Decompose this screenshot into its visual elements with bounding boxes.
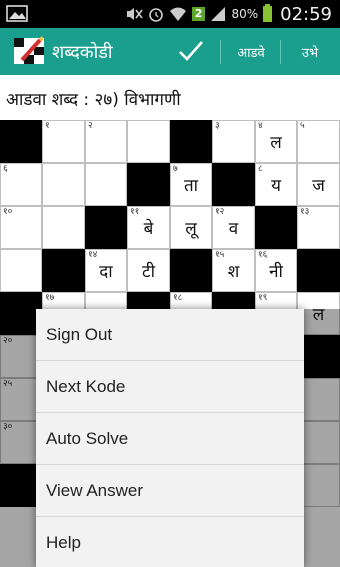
- cell-letter: व: [228, 219, 239, 239]
- down-button[interactable]: उभे: [283, 28, 337, 75]
- cell-letter: ज: [312, 176, 325, 196]
- cell-letter: टी: [142, 262, 155, 282]
- cell-letter: लू: [185, 219, 197, 239]
- clock: 02:59: [280, 3, 332, 25]
- clue-text: आडवा शब्द : २७) विभागणी: [0, 75, 340, 120]
- menu-item-help[interactable]: Help: [36, 517, 304, 567]
- grid-cell[interactable]: [127, 120, 170, 163]
- grid-cell[interactable]: १२ व: [212, 206, 255, 249]
- popup-menu: Sign Out Next Kode Auto Solve View Answe…: [36, 309, 304, 567]
- grid-cell[interactable]: ४ल: [255, 120, 297, 163]
- wifi-icon: [169, 7, 186, 21]
- grid-cell-black: [127, 163, 170, 206]
- grid-cell[interactable]: १३: [297, 206, 340, 249]
- grid-cell[interactable]: १५ श: [212, 249, 255, 292]
- clue-number: ११: [130, 207, 140, 217]
- battery-percent: 80%: [231, 7, 259, 21]
- check-button[interactable]: [170, 31, 212, 71]
- clue-number: ७: [173, 164, 178, 174]
- grid-cell[interactable]: ज: [297, 163, 340, 206]
- grid-cell[interactable]: १६ नी: [255, 249, 297, 292]
- app-logo-icon[interactable]: [12, 36, 46, 66]
- clue-number: १०: [3, 207, 13, 217]
- clue-number: १८: [173, 293, 183, 303]
- grid-cell[interactable]: १: [42, 120, 85, 163]
- gallery-notification-icon: [6, 5, 28, 22]
- clue-number: ५: [300, 121, 305, 131]
- grid-cell[interactable]: ६: [0, 163, 42, 206]
- grid-cell-black: [42, 249, 85, 292]
- grid-cell[interactable]: [42, 206, 85, 249]
- grid-cell-black: [170, 120, 212, 163]
- app-title: शब्दकोडी: [52, 42, 113, 63]
- menu-item-view-answer[interactable]: View Answer: [36, 465, 304, 517]
- clue-number: ६: [3, 164, 8, 174]
- clue-number: १४: [88, 250, 98, 260]
- grid-cell-black: [0, 120, 42, 163]
- grid-cell[interactable]: २: [85, 120, 127, 163]
- menu-item-next-kode[interactable]: Next Kode: [36, 361, 304, 413]
- grid-cell[interactable]: ५: [297, 120, 340, 163]
- grid-cell[interactable]: ७ ता: [170, 163, 212, 206]
- grid-cell-black: [297, 249, 340, 292]
- mute-icon: [126, 8, 143, 20]
- cell-letter: य: [271, 176, 281, 196]
- grid-cell[interactable]: १४ दा: [85, 249, 127, 292]
- alarm-icon: [148, 8, 163, 22]
- notification-badge: 2: [191, 7, 206, 21]
- action-bar: शब्दकोडी आडवे उभे: [0, 28, 340, 75]
- menu-item-auto-solve[interactable]: Auto Solve: [36, 413, 304, 465]
- signal-icon: [211, 7, 226, 21]
- status-bar: 2 80% 02:59: [0, 0, 340, 28]
- clue-number: १३: [300, 207, 310, 217]
- grid-cell-black: [170, 249, 212, 292]
- clue-number: १: [45, 121, 50, 131]
- clue-number: २: [88, 121, 93, 131]
- grid-cell[interactable]: [0, 249, 42, 292]
- clue-number: ३: [215, 121, 220, 131]
- grid-cell[interactable]: ८य: [255, 163, 297, 206]
- cell-letter: श: [227, 262, 240, 282]
- grid-cell-black: [212, 163, 255, 206]
- clue-number: ८: [258, 164, 263, 174]
- action-divider: [220, 40, 221, 64]
- grid-cell[interactable]: ३: [212, 120, 255, 163]
- menu-item-sign-out[interactable]: Sign Out: [36, 309, 304, 361]
- checkmark-icon: [179, 41, 203, 61]
- cell-letter: नी: [269, 262, 283, 282]
- clue-number: १६: [258, 250, 268, 260]
- clue-number: १९: [258, 293, 268, 303]
- grid-cell[interactable]: [85, 163, 127, 206]
- across-button[interactable]: आडवे: [224, 28, 278, 75]
- grid-cell[interactable]: लू: [170, 206, 212, 249]
- grid-cell-black: [255, 206, 297, 249]
- clue-number: १७: [45, 293, 55, 303]
- action-divider: [280, 40, 281, 64]
- clue-number: १२: [215, 207, 225, 217]
- grid-cell[interactable]: ११ बे: [127, 206, 170, 249]
- cell-letter: बे: [143, 219, 154, 239]
- grid-cell-black: [85, 206, 127, 249]
- cell-letter: ता: [183, 176, 199, 196]
- cell-letter: दा: [99, 262, 113, 282]
- grid-cell[interactable]: [42, 163, 85, 206]
- grid-cell[interactable]: १०: [0, 206, 42, 249]
- grid-cell[interactable]: टी: [127, 249, 170, 292]
- cell-letter: ल: [270, 133, 282, 153]
- clue-number: १५: [215, 250, 225, 260]
- clue-number: ४: [258, 121, 263, 131]
- battery-icon: [263, 4, 273, 22]
